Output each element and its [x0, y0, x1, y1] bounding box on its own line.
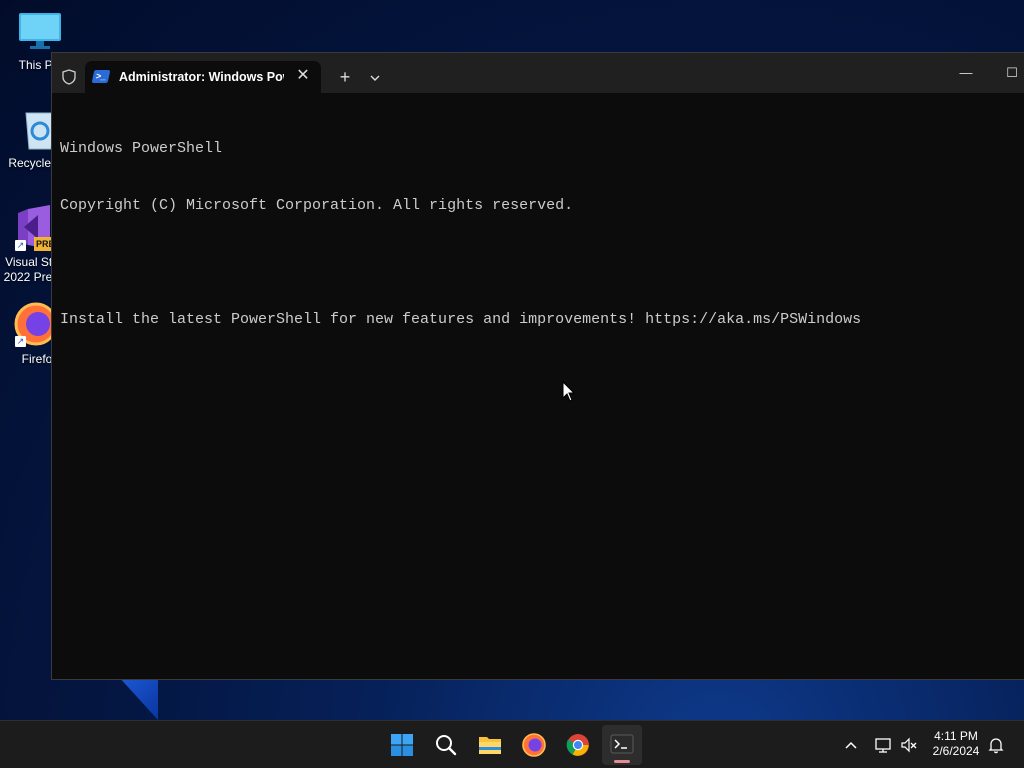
start-button[interactable] — [382, 725, 422, 765]
chrome-icon — [566, 734, 589, 756]
search-icon — [436, 735, 457, 756]
close-tab-icon[interactable]: ✕ — [294, 67, 312, 85]
minimize-button[interactable]: — — [953, 65, 979, 85]
monitor-icon — [19, 13, 61, 49]
firefox-icon — [522, 733, 546, 757]
notification-bell-icon[interactable] — [988, 736, 1004, 754]
chevron-up-icon[interactable] — [843, 737, 859, 753]
terminal-icon — [610, 734, 634, 754]
volume-muted-icon[interactable] — [900, 736, 918, 754]
start-icon — [391, 734, 413, 756]
console-line: Install the latest PowerShell for new fe… — [60, 311, 862, 328]
firefox-taskbar-button[interactable] — [514, 725, 554, 765]
shortcut-arrow-icon: ↗ — [15, 336, 26, 347]
console-line: Copyright (C) Microsoft Corporation. All… — [60, 197, 574, 214]
console-line: Windows PowerShell — [60, 140, 223, 157]
file-explorer-icon — [479, 737, 501, 754]
shortcut-arrow-icon: ↗ — [15, 240, 26, 251]
file-explorer-button[interactable] — [470, 725, 510, 765]
clock-date: 2/6/2024 — [932, 744, 980, 758]
powershell-icon: >_ — [91, 70, 111, 83]
system-clock[interactable]: 4:11 PM 2/6/2024 — [926, 729, 986, 759]
clock-time: 4:11 PM — [934, 729, 978, 743]
taskbar: 4:11 PM 2/6/2024 — [0, 720, 1024, 768]
chrome-taskbar-button[interactable] — [558, 725, 598, 765]
title-bar[interactable]: >_ Administrator: Windows PowerShell ✕ +… — [52, 53, 1024, 93]
shield-icon — [62, 69, 76, 85]
chevron-down-icon[interactable] — [366, 67, 384, 89]
search-button[interactable] — [426, 725, 466, 765]
tab-powershell[interactable]: >_ Administrator: Windows PowerShell ✕ — [85, 61, 321, 93]
maximize-button[interactable]: ☐ — [999, 65, 1024, 85]
active-indicator — [614, 760, 630, 763]
new-tab-button[interactable]: + — [334, 67, 356, 89]
terminal-taskbar-button[interactable] — [602, 725, 642, 765]
mouse-pointer-icon — [562, 381, 576, 402]
terminal-window[interactable]: >_ Administrator: Windows PowerShell ✕ +… — [51, 52, 1024, 680]
console-output[interactable]: Windows PowerShell Copyright (C) Microso… — [60, 101, 1024, 679]
tab-title: Administrator: Windows PowerShell — [119, 70, 284, 84]
network-icon[interactable] — [874, 736, 892, 754]
wallpaper-shape — [118, 676, 158, 720]
